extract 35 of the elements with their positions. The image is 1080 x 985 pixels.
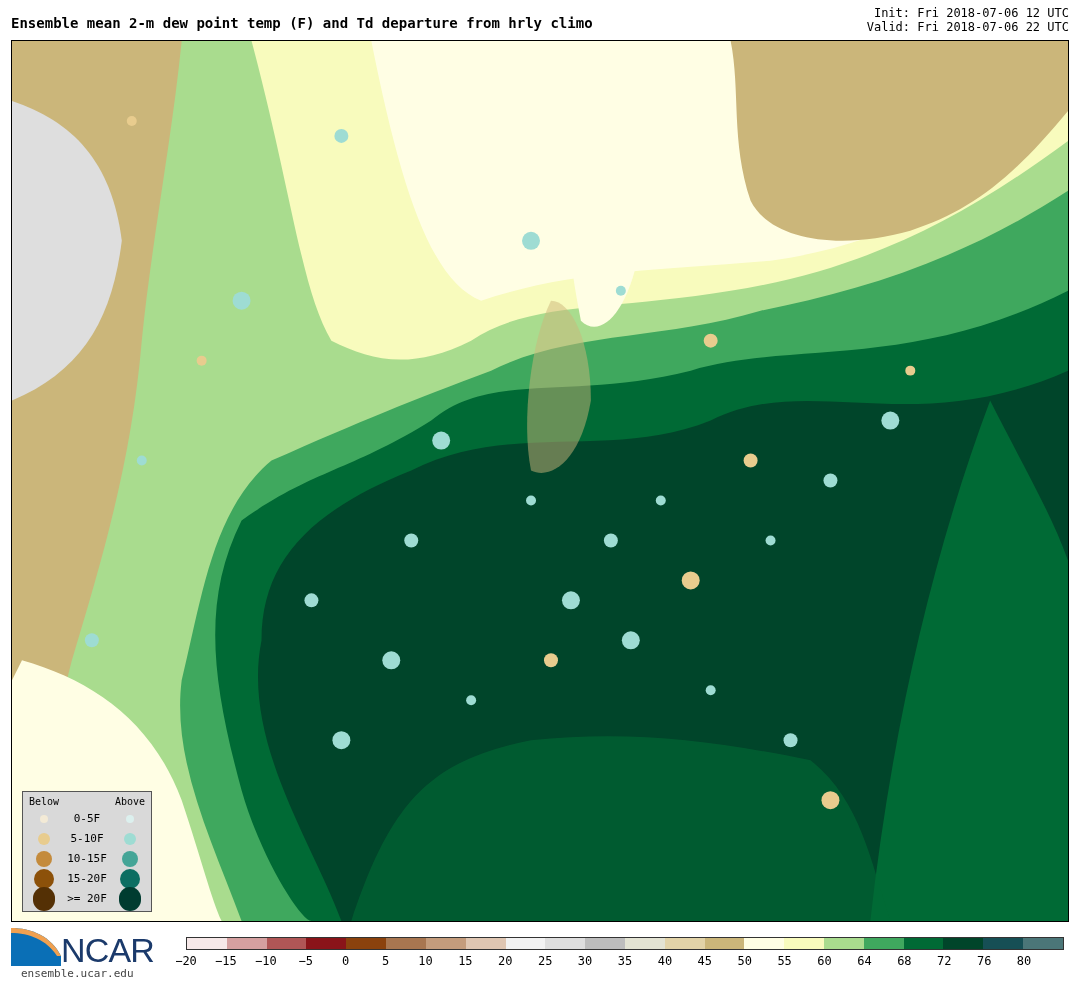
valid-time: Valid: Fri 2018-07-06 22 UTC	[866, 20, 1069, 34]
legend-heading: Above	[114, 795, 145, 809]
tick-label: 0	[342, 953, 350, 970]
tick-label: 30	[577, 953, 593, 970]
logo-text: NCAR	[61, 934, 154, 966]
tick-label: 76	[976, 953, 992, 970]
tick-label: −5	[298, 953, 313, 970]
legend-label: 15-20F	[67, 870, 107, 887]
init-time: Init: Fri 2018-07-06 12 UTC	[873, 6, 1069, 20]
legend-label: 5-10F	[70, 830, 104, 847]
tick-label: −20	[175, 953, 197, 970]
swoosh-logo-icon	[11, 926, 61, 966]
tick-label: 20	[498, 953, 513, 970]
tick-label: 5	[381, 953, 390, 970]
tick-label: 10	[418, 953, 433, 970]
tick-label: 25	[537, 953, 553, 970]
legend-label: 0-5F	[73, 810, 101, 827]
tick-label: 40	[657, 953, 673, 970]
legend-label: >= 20F	[67, 890, 107, 907]
logo-url: ensemble.ucar.edu	[21, 966, 135, 982]
tick-label: 35	[617, 953, 633, 970]
tick-label: 80	[1016, 953, 1032, 970]
tick-label: 64	[857, 953, 872, 970]
tick-label: 55	[777, 953, 792, 970]
tick-label: 50	[737, 953, 752, 970]
tick-label: 72	[937, 953, 952, 970]
tick-label: −10	[254, 953, 277, 970]
tick-label: 45	[697, 953, 713, 970]
tick-label: 15	[458, 953, 473, 970]
tick-label: −15	[215, 953, 237, 970]
legend-heading: Below	[29, 795, 60, 809]
legend-label: 10-15F	[67, 850, 107, 867]
tick-label: 60	[817, 953, 832, 970]
tick-label: 68	[897, 953, 912, 970]
chart-title: Ensemble mean 2-m dew point temp (F) and Td departure from hrly climo	[11, 14, 593, 33]
